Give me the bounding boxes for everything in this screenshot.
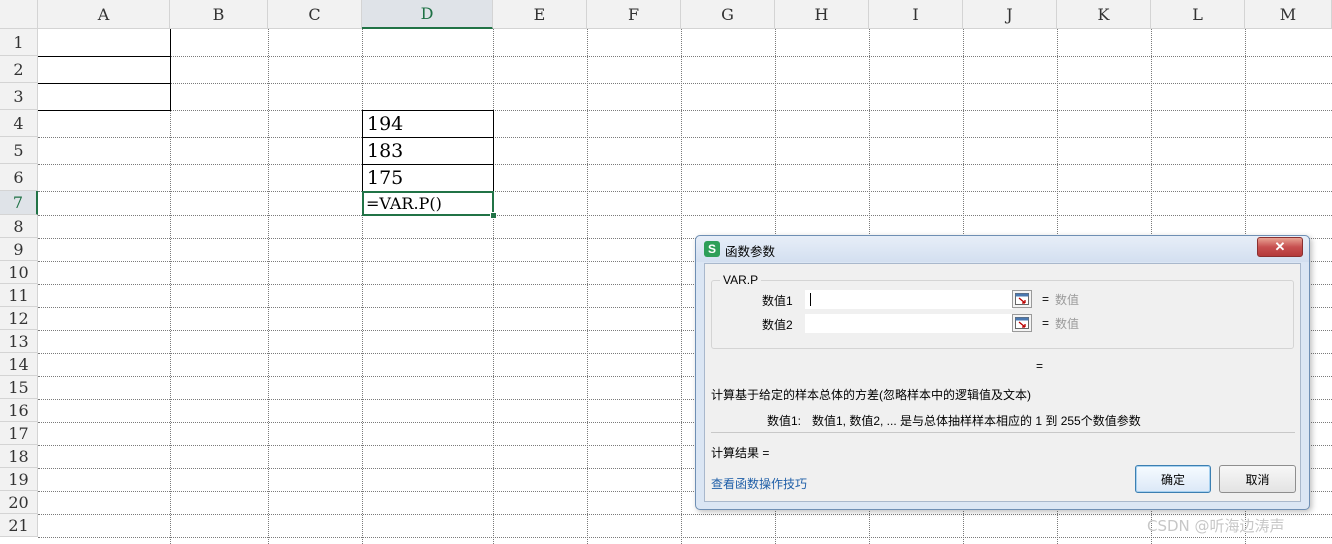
row-header-18[interactable]: 18 bbox=[0, 445, 38, 468]
arg1-input[interactable] bbox=[805, 290, 1013, 309]
row-header-12[interactable]: 12 bbox=[0, 307, 38, 330]
column-header-c[interactable]: C bbox=[268, 0, 362, 29]
row-header-9[interactable]: 9 bbox=[0, 238, 38, 261]
row-header-16[interactable]: 16 bbox=[0, 399, 38, 422]
gridline bbox=[38, 537, 1332, 538]
arg2-hint: 数值 bbox=[1055, 317, 1080, 331]
function-description: 计算基于给定的样本总体的方差(忽略样本中的逻辑值及文本) bbox=[711, 388, 1031, 402]
active-cell-d7[interactable]: =VAR.P() bbox=[362, 191, 494, 216]
arg1-range-picker-button[interactable] bbox=[1012, 290, 1032, 308]
cell-d4[interactable]: 194 bbox=[362, 110, 494, 138]
row-header-4[interactable]: 4 bbox=[0, 110, 38, 137]
arg1-equals: = bbox=[1042, 292, 1050, 306]
arg2-label: 数值2 bbox=[762, 318, 793, 332]
divider bbox=[711, 432, 1295, 433]
column-header-k[interactable]: K bbox=[1057, 0, 1151, 29]
range-select-icon bbox=[1015, 317, 1029, 329]
watermark: CSDN @听海边涛声 bbox=[1147, 517, 1285, 535]
row-header-10[interactable]: 10 bbox=[0, 261, 38, 284]
column-header-g[interactable]: G bbox=[681, 0, 775, 29]
dialog-body: VAR.P 数值1 = 数值 数值2 = 数值 = 计算基于给定的样本总体的方差… bbox=[704, 263, 1301, 502]
gridline bbox=[268, 29, 269, 544]
close-icon: ✕ bbox=[1274, 239, 1286, 254]
gridline bbox=[38, 83, 1332, 84]
row-header-21[interactable]: 21 bbox=[0, 514, 38, 537]
wps-app-icon: S bbox=[704, 241, 720, 257]
cell-d6[interactable]: 175 bbox=[362, 164, 494, 192]
select-all-corner[interactable] bbox=[0, 0, 38, 29]
column-header-d[interactable]: D bbox=[362, 0, 493, 29]
gridline bbox=[38, 514, 1332, 515]
gridline bbox=[38, 164, 1332, 165]
row-header-20[interactable]: 20 bbox=[0, 491, 38, 514]
cancel-button[interactable]: 取消 bbox=[1219, 465, 1296, 493]
column-header-l[interactable]: L bbox=[1151, 0, 1245, 29]
row-header-13[interactable]: 13 bbox=[0, 330, 38, 353]
close-button[interactable]: ✕ bbox=[1257, 237, 1303, 257]
row-header-2[interactable]: 2 bbox=[0, 56, 38, 83]
function-result-equals: = bbox=[1036, 359, 1044, 373]
cell-a1[interactable] bbox=[38, 29, 171, 57]
fill-handle[interactable] bbox=[490, 212, 497, 219]
row-header-11[interactable]: 11 bbox=[0, 284, 38, 307]
cell-d5[interactable]: 183 bbox=[362, 137, 494, 165]
cell-a3[interactable] bbox=[38, 83, 171, 111]
column-header-m[interactable]: M bbox=[1245, 0, 1332, 29]
row-header-17[interactable]: 17 bbox=[0, 422, 38, 445]
gridline bbox=[38, 137, 1332, 138]
row-header-19[interactable]: 19 bbox=[0, 468, 38, 491]
column-header-f[interactable]: F bbox=[587, 0, 681, 29]
row-header-3[interactable]: 3 bbox=[0, 83, 38, 110]
row-header-14[interactable]: 14 bbox=[0, 353, 38, 376]
row-header-8[interactable]: 8 bbox=[0, 215, 38, 238]
function-name: VAR.P bbox=[720, 273, 762, 287]
row-header-6[interactable]: 6 bbox=[0, 164, 38, 191]
text-caret bbox=[810, 293, 811, 306]
gridline bbox=[38, 215, 1332, 216]
range-select-icon bbox=[1015, 293, 1029, 305]
row-header-7[interactable]: 7 bbox=[0, 191, 38, 215]
gridline bbox=[681, 29, 682, 544]
gridline bbox=[493, 29, 494, 544]
ok-button[interactable]: 确定 bbox=[1135, 465, 1211, 493]
arg-description-label: 数值1: bbox=[767, 414, 802, 428]
arg1-label: 数值1 bbox=[762, 294, 793, 308]
row-header-1[interactable]: 1 bbox=[0, 29, 38, 56]
row-header-15[interactable]: 15 bbox=[0, 376, 38, 399]
gridline bbox=[38, 110, 1332, 111]
gridline bbox=[362, 29, 363, 544]
arg2-range-picker-button[interactable] bbox=[1012, 314, 1032, 332]
dialog-titlebar[interactable]: S 函数参数 ✕ bbox=[696, 236, 1309, 262]
arg2-input[interactable] bbox=[805, 314, 1013, 333]
function-arguments-dialog: S 函数参数 ✕ VAR.P 数值1 = 数值 数值2 = 数值 = 计算基于给… bbox=[695, 235, 1310, 510]
function-tips-link[interactable]: 查看函数操作技巧 bbox=[711, 475, 807, 492]
column-header-j[interactable]: J bbox=[963, 0, 1057, 29]
column-header-e[interactable]: E bbox=[493, 0, 587, 29]
gridline bbox=[38, 191, 1332, 192]
column-header-a[interactable]: A bbox=[38, 0, 170, 29]
arg-description-text: 数值1, 数值2, ... 是与总体抽样样本相应的 1 到 255个数值参数 bbox=[812, 414, 1141, 428]
dialog-title: 函数参数 bbox=[725, 245, 776, 259]
arg2-equals: = bbox=[1042, 316, 1050, 330]
calc-result-label: 计算结果 = bbox=[711, 446, 770, 460]
column-header-h[interactable]: H bbox=[775, 0, 869, 29]
function-group-box: VAR.P 数值1 = 数值 数值2 = 数值 bbox=[711, 273, 1294, 349]
column-header-i[interactable]: I bbox=[869, 0, 963, 29]
row-header-5[interactable]: 5 bbox=[0, 137, 38, 164]
gridline bbox=[38, 56, 1332, 57]
gridline bbox=[587, 29, 588, 544]
cell-a2[interactable] bbox=[38, 56, 171, 84]
arg1-hint: 数值 bbox=[1055, 293, 1080, 307]
column-header-b[interactable]: B bbox=[170, 0, 268, 29]
